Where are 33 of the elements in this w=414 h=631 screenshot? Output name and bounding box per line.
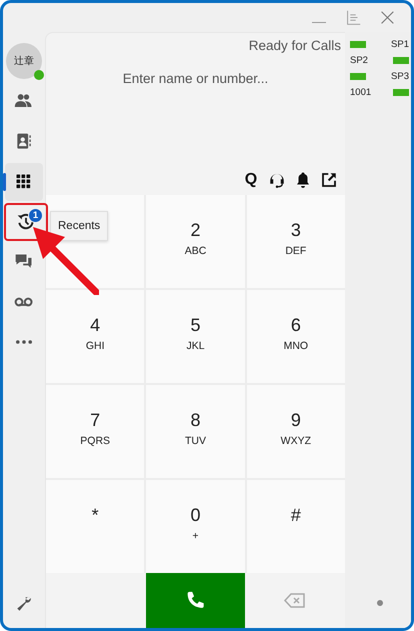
dial-key[interactable]: 9 WXYZ — [246, 385, 345, 478]
search-field[interactable]: Enter name or number... — [56, 69, 335, 88]
dial-key[interactable]: 3 DEF — [246, 195, 345, 288]
status-dot — [376, 600, 382, 606]
dial-key[interactable]: # — [246, 480, 345, 573]
call-button[interactable] — [146, 573, 246, 628]
dial-key[interactable]: 8 TUV — [146, 385, 245, 478]
speed-dial-label: SP1 — [391, 38, 409, 50]
minimize-icon — [312, 22, 326, 23]
headset-icon — [268, 171, 286, 189]
wrench-icon — [15, 595, 33, 613]
bell-icon — [294, 171, 312, 189]
speed-dial-label: SP3 — [391, 70, 409, 82]
dial-key[interactable]: 5 JKL — [146, 290, 245, 383]
speed-dial-label: SP2 — [350, 54, 368, 66]
speed-dial-label: 1001 — [350, 86, 372, 98]
layout-icon — [344, 8, 362, 26]
dial-key[interactable]: 6 MNO — [246, 290, 345, 383]
queue-button[interactable]: Q — [241, 170, 261, 190]
more-icon — [16, 340, 32, 344]
dial-key[interactable]: * — [46, 480, 144, 573]
dial-key[interactable]: 0 + — [146, 480, 245, 573]
external-link-button[interactable] — [319, 170, 339, 190]
count-badge: 1 — [28, 208, 43, 223]
dial-key[interactable]: 2 ABC — [146, 195, 245, 288]
dial-key[interactable]: 4 GHI — [46, 290, 144, 383]
external-link-icon — [320, 171, 338, 189]
status-text: Ready for Calls — [248, 38, 341, 53]
recents-tooltip: Recents — [50, 211, 108, 241]
avatar[interactable]: 辻章 — [6, 43, 42, 79]
dial-key[interactable]: 7 PQRS — [46, 385, 144, 478]
keypad-tab[interactable] — [5, 163, 43, 201]
history-icon — [16, 212, 36, 232]
